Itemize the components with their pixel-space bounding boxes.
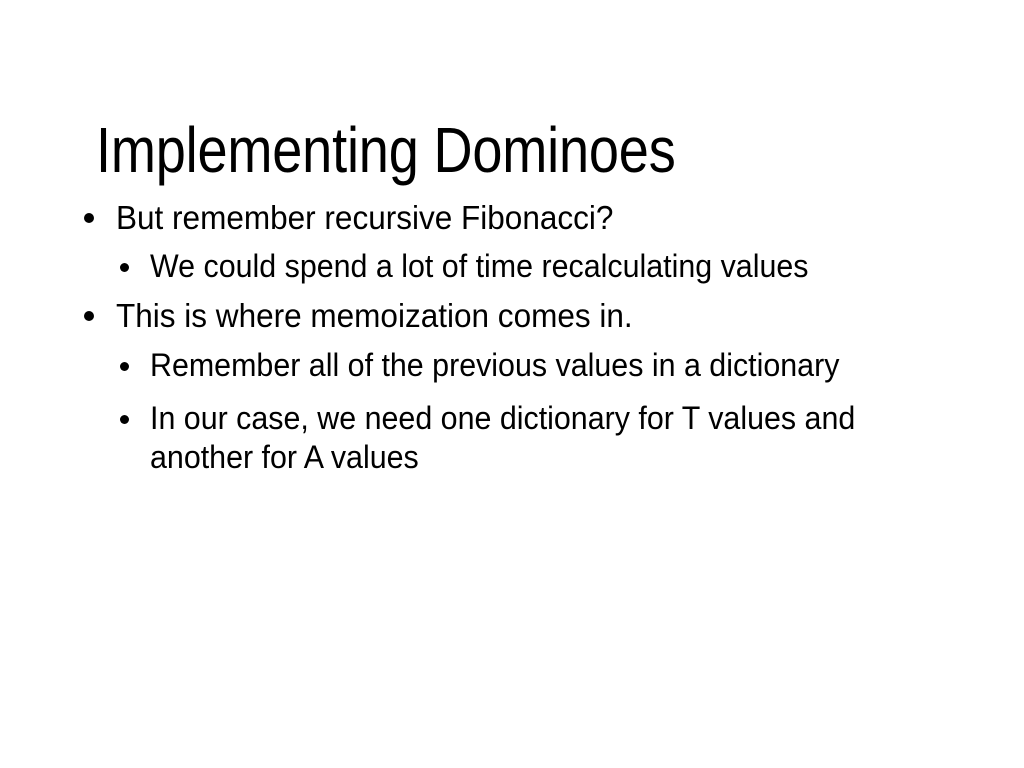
bullet-dot-icon [120, 263, 129, 272]
list-item-label: Remember all of the previous values in a… [150, 347, 840, 383]
slide-canvas: Implementing Dominoes But remember recur… [0, 0, 1024, 768]
bullet-dot-icon [84, 311, 94, 321]
list-item-label: But remember recursive Fibonacci? [116, 199, 614, 236]
list-item-label: We could spend a lot of time recalculati… [150, 248, 809, 284]
bullet-dot-icon [84, 213, 94, 223]
list-item-label: This is where memoization comes in. [116, 297, 633, 334]
list-item[interactable]: This is where memoization comes in. [78, 296, 918, 336]
list-item[interactable]: We could spend a lot of time recalculati… [78, 247, 918, 286]
list-item[interactable]: In our case, we need one dictionary for … [78, 399, 918, 477]
list-item-label: In our case, we need one dictionary for … [150, 400, 856, 475]
bullet-dot-icon [120, 362, 129, 371]
bullet-dot-icon [120, 415, 129, 424]
page-title: Implementing Dominoes [96, 113, 676, 186]
list-item[interactable]: Remember all of the previous values in a… [78, 346, 918, 385]
list-item[interactable]: But remember recursive Fibonacci? [78, 198, 918, 238]
bullet-list: But remember recursive Fibonacci? We cou… [78, 196, 918, 487]
